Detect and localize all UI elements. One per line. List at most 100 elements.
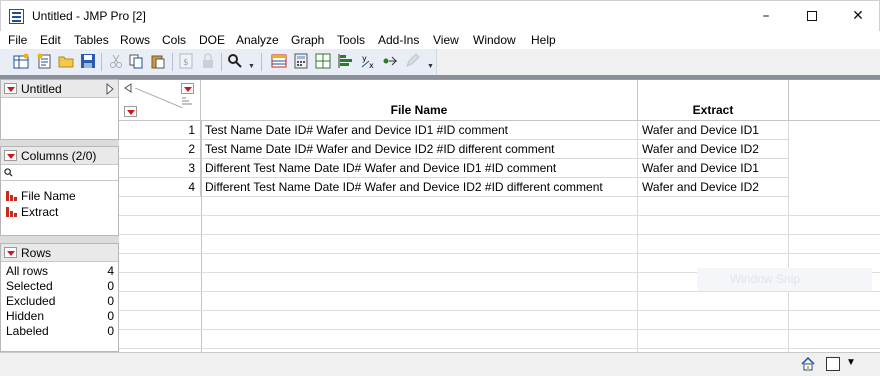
column-label: File Name xyxy=(21,189,76,203)
nominal-column-icon xyxy=(6,207,17,217)
jmp-table-icon xyxy=(9,9,24,24)
grid-row-line xyxy=(119,234,880,235)
toolbar-overflow-arrow[interactable]: ▼ xyxy=(427,63,434,70)
rows-menu-red-triangle-icon[interactable] xyxy=(124,106,137,117)
columns-header: Columns (2/0) xyxy=(21,149,97,163)
table-red-triangle-icon[interactable] xyxy=(4,83,17,94)
rows-stat-label: All rows xyxy=(6,264,49,278)
maximize-button[interactable] xyxy=(789,1,835,32)
menu-edit[interactable]: Edit xyxy=(40,33,61,47)
cell-extract[interactable]: Wafer and Device ID1 xyxy=(638,121,789,140)
menu-add-ins[interactable]: Add-Ins xyxy=(378,33,419,47)
svg-text:$: $ xyxy=(183,58,189,68)
search-icon[interactable] xyxy=(227,53,243,69)
row-number[interactable]: 2 xyxy=(119,140,201,159)
window-list-dropdown-arrow[interactable]: ▼ xyxy=(846,357,856,368)
sort-lines-icon xyxy=(182,97,192,105)
menu-rows[interactable]: Rows xyxy=(120,33,150,47)
open-folder-icon[interactable] xyxy=(58,53,74,69)
menu-bar: File Edit Tables Rows Cols DOE Analyze G… xyxy=(0,31,880,49)
menu-cols[interactable]: Cols xyxy=(162,33,186,47)
calculator-icon[interactable] xyxy=(293,53,309,69)
collapse-arrow-icon[interactable] xyxy=(124,83,132,93)
minimize-button[interactable]: – xyxy=(743,1,789,32)
cell-file-name[interactable]: Different Test Name Date ID# Wafer and D… xyxy=(201,178,638,197)
window-snip-ghost: Window Snip xyxy=(697,268,872,291)
menu-tables[interactable]: Tables xyxy=(74,33,109,47)
grid-column-line xyxy=(788,121,789,353)
menu-window[interactable]: Window xyxy=(473,33,516,47)
columns-red-triangle-icon[interactable] xyxy=(4,150,17,161)
distribution-icon[interactable] xyxy=(338,53,354,69)
column-label: Extract xyxy=(21,205,59,219)
rows-stat-value: 0 xyxy=(107,279,114,293)
row-number[interactable]: 1 xyxy=(119,121,201,140)
cell-extract[interactable]: Wafer and Device ID2 xyxy=(638,140,789,159)
column-header-label: Extract xyxy=(692,103,734,117)
grid-row-line xyxy=(119,215,880,216)
home-icon[interactable] xyxy=(801,357,815,371)
rows-stat-value: 0 xyxy=(107,324,114,338)
copy-icon[interactable] xyxy=(128,53,144,69)
search-dropdown-arrow[interactable]: ▼ xyxy=(248,63,255,70)
row-number[interactable]: 3 xyxy=(119,159,201,178)
grid-row-line xyxy=(119,348,880,349)
column-header-file-name[interactable]: File Name xyxy=(201,80,638,121)
fit-y-by-x-icon[interactable]: yx xyxy=(360,53,376,69)
cell-extract[interactable]: Wafer and Device ID1 xyxy=(638,159,789,178)
cut-icon[interactable] xyxy=(108,53,124,69)
expand-arrow-icon[interactable] xyxy=(105,83,115,95)
save-icon[interactable] xyxy=(80,53,96,69)
menu-view[interactable]: View xyxy=(433,33,459,47)
nominal-column-icon xyxy=(6,191,17,201)
svg-text:x: x xyxy=(369,61,374,69)
rows-red-triangle-icon[interactable] xyxy=(4,247,17,258)
data-table-view-icon[interactable] xyxy=(271,53,287,69)
window-list-checkbox[interactable] xyxy=(826,357,840,371)
rows-header: Rows xyxy=(21,246,52,260)
menu-tools[interactable]: Tools xyxy=(337,33,365,47)
journal-icon[interactable]: $ xyxy=(178,53,194,69)
fit-model-icon[interactable] xyxy=(382,53,398,69)
rows-stat-labeled[interactable]: Labeled 0 xyxy=(6,324,114,338)
rows-stat-selected[interactable]: Selected 0 xyxy=(6,279,114,293)
lock-icon[interactable] xyxy=(200,53,216,69)
menu-doe[interactable]: DOE xyxy=(199,33,225,47)
menu-analyze[interactable]: Analyze xyxy=(236,33,279,47)
cell-file-name[interactable]: Test Name Date ID# Wafer and Device ID1 … xyxy=(201,121,638,140)
menu-graph[interactable]: Graph xyxy=(291,33,324,47)
corner-diagonal xyxy=(135,88,183,108)
rows-stat-label: Labeled xyxy=(6,324,49,338)
edit-pencil-icon[interactable] xyxy=(404,53,420,69)
grid-layout-icon[interactable] xyxy=(315,53,331,69)
columns-menu-red-triangle-icon[interactable] xyxy=(181,83,194,94)
rows-stat-hidden[interactable]: Hidden 0 xyxy=(6,309,114,323)
grid-row-line xyxy=(119,310,880,311)
search-icon xyxy=(4,168,13,177)
close-button[interactable]: ✕ xyxy=(835,1,880,32)
new-data-table-icon[interactable] xyxy=(13,53,29,69)
grid-row-line xyxy=(119,291,880,292)
grid-corner xyxy=(119,80,201,121)
panel-splitter[interactable] xyxy=(0,236,119,243)
column-header-label: File Name xyxy=(390,103,448,117)
cell-file-name[interactable]: Different Test Name Date ID# Wafer and D… xyxy=(201,159,638,178)
column-search-input[interactable] xyxy=(1,165,118,181)
menu-help[interactable]: Help xyxy=(531,33,556,47)
new-script-icon[interactable] xyxy=(36,53,52,69)
cell-extract[interactable]: Wafer and Device ID2 xyxy=(638,178,789,197)
menu-file[interactable]: File xyxy=(8,33,27,47)
rows-stat-label: Selected xyxy=(6,279,53,293)
table-name: Untitled xyxy=(21,82,62,96)
paste-icon[interactable] xyxy=(150,53,166,69)
grid-row-line xyxy=(119,253,880,254)
row-number[interactable]: 4 xyxy=(119,178,201,197)
column-header-extract[interactable]: Extract xyxy=(638,80,789,121)
cell-file-name[interactable]: Test Name Date ID# Wafer and Device ID2 … xyxy=(201,140,638,159)
rows-stat-all-rows[interactable]: All rows 4 xyxy=(6,264,114,278)
title-bar: Untitled - JMP Pro [2] – ✕ xyxy=(0,0,880,31)
rows-stat-excluded[interactable]: Excluded 0 xyxy=(6,294,114,308)
empty-column-header[interactable] xyxy=(789,80,880,121)
rows-stat-label: Hidden xyxy=(6,309,45,323)
columns-panel: Columns (2/0) File Name Extract xyxy=(0,146,119,236)
